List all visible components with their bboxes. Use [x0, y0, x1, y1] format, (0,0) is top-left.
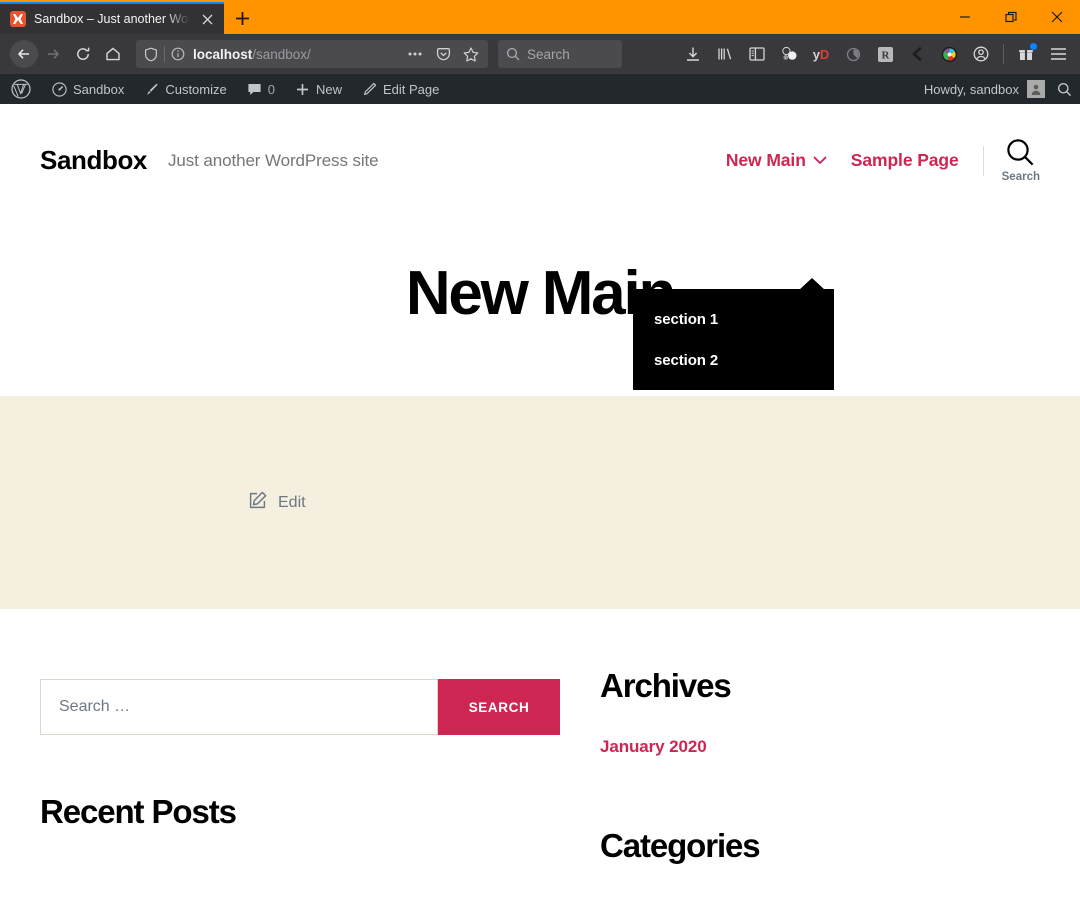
nav-item-new-main[interactable]: New Main — [726, 150, 827, 171]
sidebar-icon[interactable] — [741, 38, 773, 70]
yd-icon[interactable]: yD — [805, 38, 837, 70]
url-path: /sandbox/ — [252, 46, 311, 62]
circle-arc-icon[interactable] — [837, 38, 869, 70]
ellipsis-icon[interactable] — [404, 43, 426, 65]
howdy-label: Howdy, sandbox — [923, 81, 1019, 97]
library-icon[interactable] — [709, 38, 741, 70]
wordpress-logo-icon[interactable] — [0, 74, 42, 104]
search-icon — [506, 47, 520, 61]
nav-submenu: section 1 section 2 — [633, 278, 834, 390]
chevron-left-icon[interactable] — [901, 38, 933, 70]
account-icon[interactable] — [965, 38, 997, 70]
reload-icon[interactable] — [68, 39, 98, 69]
avatar-icon — [1027, 80, 1045, 98]
search-submit-button[interactable]: SEARCH — [438, 679, 560, 735]
widget-column-right: Archives January 2020 Categories — [560, 667, 1040, 865]
edit-page-label: Edit — [278, 493, 306, 511]
browser-search-placeholder: Search — [527, 46, 570, 62]
maximize-icon[interactable] — [988, 0, 1034, 34]
edit-page-link[interactable]: Edit — [248, 491, 306, 515]
site-content: Sandbox Just another WordPress site New … — [0, 104, 1080, 865]
site-search-toggle[interactable]: Search — [1002, 138, 1040, 183]
submenu-arrow-icon — [799, 278, 825, 290]
widget-area: SEARCH Recent Posts Archives January 202… — [0, 609, 1080, 865]
widget-title-categories: Categories — [600, 827, 761, 864]
paintbrush-icon — [147, 83, 158, 95]
notification-badge — [1030, 43, 1037, 50]
toolbar-divider — [1003, 44, 1004, 64]
wp-admin-bar: Sandbox Customize 0 New Edit Page Howdy,… — [0, 74, 1080, 104]
admin-bar-label: Edit Page — [383, 81, 440, 97]
widget-title-archives: Archives — [600, 667, 732, 704]
nav-item-label: Sample Page — [850, 150, 959, 170]
browser-tab[interactable]: Sandbox – Just another WordPr — [0, 2, 224, 34]
admin-bar-item-customize[interactable]: Customize — [134, 74, 236, 104]
chevron-down-icon[interactable] — [813, 156, 827, 165]
forward-arrow-icon — [38, 39, 68, 69]
close-icon[interactable] — [1034, 0, 1080, 34]
widget-title-recent-posts: Recent Posts — [40, 793, 237, 830]
site-header: Sandbox Just another WordPress site New … — [0, 104, 1080, 183]
admin-bar-item-comments[interactable]: 0 — [237, 74, 285, 104]
page-title: New Main — [405, 259, 677, 328]
nav-divider — [982, 145, 984, 176]
admin-bar-item-edit-page[interactable]: Edit Page — [352, 74, 449, 104]
admin-bar-label: Sandbox — [73, 81, 125, 97]
download-icon[interactable] — [677, 38, 709, 70]
new-tab-button[interactable] — [224, 2, 260, 34]
browser-toolbar: localhost/sandbox/ Search yD R — [0, 34, 1080, 74]
shield-icon[interactable] — [144, 47, 158, 62]
nav-item-label: New Main — [725, 150, 806, 170]
admin-bar-item-sandbox[interactable]: Sandbox — [42, 74, 134, 104]
search-icon — [1007, 139, 1034, 166]
site-description: Just another WordPress site — [168, 150, 379, 170]
primary-navigation: New Main Sample Page Search — [726, 138, 1040, 183]
nav-item-sample-page[interactable]: Sample Page — [851, 150, 959, 171]
wordpress-favicon-icon — [10, 11, 26, 27]
widget-column-left: SEARCH Recent Posts — [40, 679, 560, 865]
search-input[interactable] — [40, 679, 438, 735]
url-text[interactable]: localhost/sandbox/ — [191, 47, 398, 62]
plus-icon — [296, 83, 308, 95]
search-form: SEARCH — [40, 679, 560, 735]
gift-icon[interactable] — [1010, 38, 1042, 70]
minimize-icon[interactable] — [942, 0, 988, 34]
archive-link-january-2020[interactable]: January 2020 — [600, 737, 1040, 757]
comment-count: 0 — [267, 81, 275, 97]
window-controls — [942, 0, 1080, 34]
site-search-label: Search — [1001, 171, 1040, 183]
pocket-icon[interactable] — [432, 43, 454, 65]
browser-search-input[interactable]: Search — [498, 40, 622, 68]
admin-bar-account[interactable]: Howdy, sandbox — [924, 74, 1072, 104]
star-icon[interactable] — [460, 43, 482, 65]
edit-square-pencil-icon — [248, 491, 267, 515]
home-icon[interactable] — [98, 39, 128, 69]
hamburger-menu-icon[interactable] — [1042, 38, 1074, 70]
submenu-item-section-1[interactable]: section 1 — [633, 299, 834, 340]
admin-bar-item-new[interactable]: New — [285, 74, 352, 104]
color-wheel-icon[interactable] — [933, 38, 965, 70]
browser-window: Sandbox – Just another WordPr — [0, 0, 1080, 909]
url-bar[interactable]: localhost/sandbox/ — [136, 40, 488, 68]
dashboard-icon — [52, 81, 67, 97]
page-info-icon[interactable] — [171, 47, 185, 61]
admin-bar-search-icon[interactable] — [1045, 74, 1072, 104]
back-arrow-icon[interactable] — [10, 40, 38, 68]
pencil-icon — [364, 82, 377, 95]
tab-title: Sandbox – Just another WordPr — [34, 12, 190, 26]
site-title[interactable]: Sandbox — [40, 145, 147, 176]
molecule-icon[interactable] — [773, 38, 805, 70]
svg-text:R: R — [881, 49, 890, 61]
admin-bar-label: Customize — [165, 81, 227, 97]
admin-bar-label: New — [315, 81, 342, 97]
comment-bubble-icon — [248, 83, 261, 95]
close-icon[interactable] — [198, 10, 216, 28]
url-host: localhost — [193, 46, 253, 62]
toolbar-icons: yD R — [677, 38, 1074, 70]
r-box-icon[interactable]: R — [869, 38, 901, 70]
submenu-item-section-2[interactable]: section 2 — [633, 340, 834, 381]
url-divider — [164, 46, 165, 62]
featured-media-band: Edit — [0, 396, 1080, 609]
tab-strip: Sandbox – Just another WordPr — [0, 0, 1080, 34]
